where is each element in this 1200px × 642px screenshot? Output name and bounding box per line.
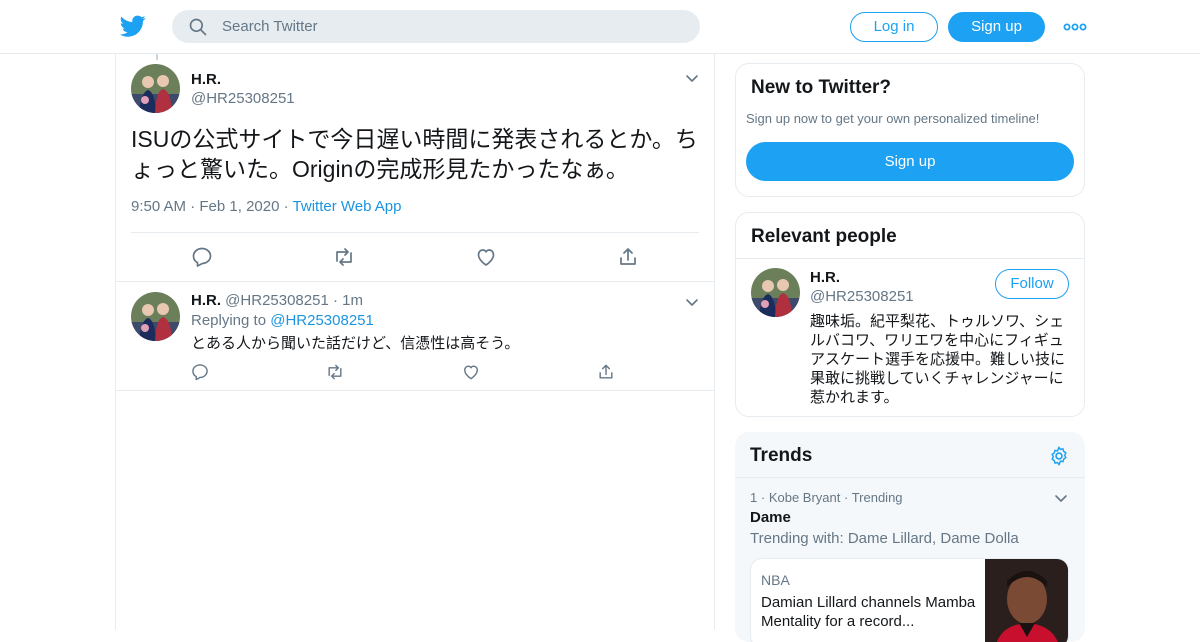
share-icon[interactable] bbox=[596, 362, 616, 382]
avatar-image bbox=[131, 292, 180, 341]
relevant-people-card: Relevant people H.R. @HR25308251 Follow … bbox=[735, 212, 1085, 417]
reply-icon[interactable] bbox=[190, 362, 210, 382]
new-to-twitter-card: New to Twitter? Sign up now to get your … bbox=[735, 63, 1085, 197]
reply-icon[interactable] bbox=[190, 245, 214, 269]
news-card[interactable]: NBA Damian Lillard channels Mamba Mental… bbox=[750, 558, 1069, 642]
news-source: NBA bbox=[761, 572, 790, 588]
trend-name[interactable]: Dame bbox=[750, 509, 791, 526]
avatar[interactable] bbox=[131, 64, 180, 113]
like-icon[interactable] bbox=[474, 245, 498, 269]
search-input[interactable] bbox=[222, 10, 682, 43]
meta-separator: · bbox=[843, 490, 852, 505]
divider bbox=[735, 477, 1085, 478]
signup-button[interactable]: Sign up bbox=[948, 12, 1045, 42]
reply-header: H.R. @HR25308251 · 1m bbox=[191, 292, 363, 309]
meta-separator: · bbox=[760, 490, 769, 505]
card-title: Relevant people bbox=[751, 226, 897, 247]
person-bio: 趣味垢。紀平梨花、トゥルソワ、シェルバコワ、ワリエワを中心にフィギュアスケート選… bbox=[810, 313, 1066, 406]
search-bar[interactable] bbox=[172, 10, 700, 43]
person-handle[interactable]: @HR25308251 bbox=[810, 288, 914, 305]
trend-related: Trending with: Dame Lillard, Dame Dolla bbox=[750, 530, 1019, 547]
tweet-app-link[interactable]: Twitter Web App bbox=[293, 198, 402, 215]
trend-status: Trending bbox=[851, 490, 903, 505]
sidebar-signup-button[interactable]: Sign up bbox=[746, 142, 1074, 181]
gear-icon[interactable] bbox=[1048, 445, 1070, 467]
avatar-image bbox=[751, 268, 800, 317]
tweet-age[interactable]: 1m bbox=[342, 292, 363, 309]
tweet-text: ISUの公式サイトで今日遅い時間に発表されるとか。ちょっと驚いた。Originの… bbox=[131, 126, 698, 182]
person-name[interactable]: H.R. bbox=[810, 269, 840, 286]
replying-to: Replying to @HR25308251 bbox=[191, 312, 374, 329]
trend-topic: Kobe Bryant bbox=[768, 490, 841, 505]
avatar-image bbox=[131, 64, 180, 113]
top-bar: Log in Sign up bbox=[0, 0, 1200, 54]
share-icon[interactable] bbox=[616, 245, 640, 269]
chevron-down-icon[interactable] bbox=[684, 294, 700, 310]
avatar[interactable] bbox=[131, 292, 180, 341]
meta-separator: · bbox=[283, 198, 293, 215]
twitter-bird-icon[interactable] bbox=[119, 13, 147, 39]
chevron-down-icon[interactable] bbox=[1053, 490, 1069, 506]
main-tweet[interactable]: H.R. @HR25308251 ISUの公式サイトで今日遅い時間に発表されると… bbox=[116, 54, 714, 282]
replying-to-label: Replying to bbox=[191, 312, 267, 329]
trends-card: Trends 1 · Kobe Bryant · Trending Dame T… bbox=[735, 432, 1085, 642]
trend-rank: 1 bbox=[750, 490, 758, 505]
mention-link[interactable]: @HR25308251 bbox=[270, 312, 374, 329]
reply-tweet[interactable]: H.R. @HR25308251 · 1m Replying to @HR253… bbox=[116, 282, 714, 391]
retweet-icon[interactable] bbox=[332, 245, 356, 269]
card-title: New to Twitter? bbox=[751, 77, 892, 98]
more-dots-icon[interactable] bbox=[1063, 17, 1087, 37]
tweet-meta: 9:50 AM · Feb 1, 2020 · Twitter Web App bbox=[131, 198, 401, 215]
meta-separator: · bbox=[190, 198, 200, 215]
tweet-text: とある人から聞いた話だけど、信憑性は高そう。 bbox=[191, 335, 520, 352]
timeline-column: H.R. @HR25308251 ISUの公式サイトで今日遅い時間に発表されると… bbox=[115, 54, 715, 630]
like-icon[interactable] bbox=[461, 362, 481, 382]
author-name[interactable]: H.R. bbox=[191, 71, 221, 88]
card-subtitle: Sign up now to get your own personalized… bbox=[746, 111, 1040, 126]
retweet-icon[interactable] bbox=[325, 362, 345, 382]
chevron-down-icon[interactable] bbox=[684, 70, 700, 86]
tweet-time[interactable]: 9:50 AM bbox=[131, 198, 186, 215]
meta-separator: · bbox=[332, 292, 343, 309]
tweet-date[interactable]: Feb 1, 2020 bbox=[199, 198, 279, 215]
avatar[interactable] bbox=[751, 268, 800, 317]
author-name[interactable]: H.R. bbox=[191, 292, 221, 309]
author-handle[interactable]: @HR25308251 bbox=[225, 292, 329, 309]
news-headline: Damian Lillard channels Mamba Mentality … bbox=[761, 594, 976, 630]
author-handle[interactable]: @HR25308251 bbox=[191, 90, 295, 107]
divider bbox=[131, 232, 699, 233]
login-button[interactable]: Log in bbox=[850, 12, 938, 42]
follow-button[interactable]: Follow bbox=[995, 269, 1069, 299]
card-title: Trends bbox=[750, 445, 813, 466]
search-icon bbox=[189, 18, 207, 36]
divider bbox=[736, 258, 1084, 259]
trend-context: 1 · Kobe Bryant · Trending bbox=[750, 490, 903, 505]
